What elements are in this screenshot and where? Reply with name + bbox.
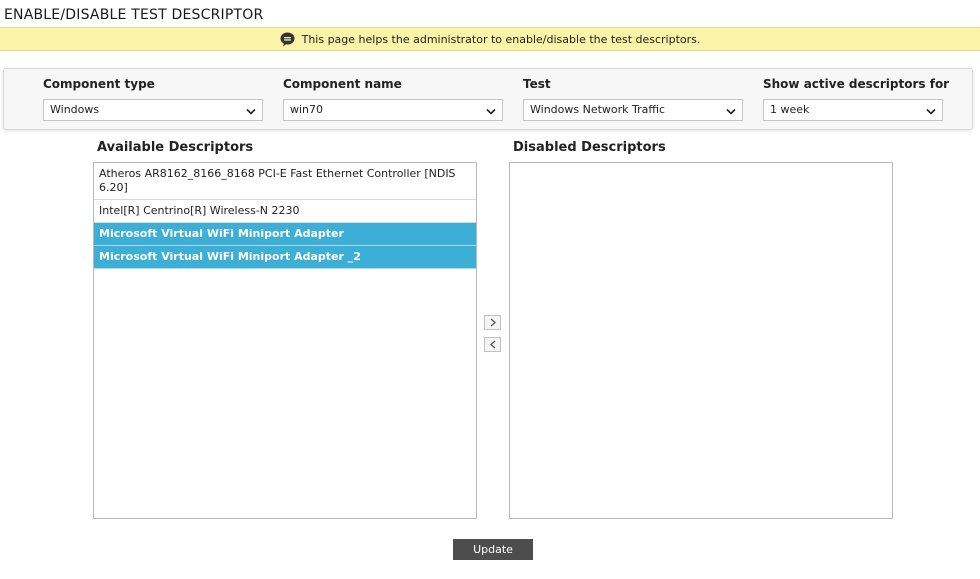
disabled-descriptors-label: Disabled Descriptors — [513, 140, 666, 155]
component-type-filter: Component type Windows — [43, 77, 263, 121]
component-name-value: win70 — [290, 103, 324, 116]
chevron-down-icon — [246, 106, 256, 115]
active-period-select[interactable]: 1 week — [763, 99, 943, 121]
disabled-descriptors-list[interactable] — [509, 162, 893, 519]
active-period-label: Show active descriptors for — [763, 77, 950, 91]
component-name-label: Component name — [283, 77, 402, 91]
chevron-down-icon — [726, 106, 736, 115]
speech-bubble-icon — [280, 32, 295, 47]
test-filter: Test Windows Network Traffic — [523, 77, 743, 121]
available-descriptors-list[interactable]: Atheros AR8162_8166_8168 PCI-E Fast Ethe… — [93, 162, 477, 519]
page-title: ENABLE/DISABLE TEST DESCRIPTOR — [4, 7, 264, 23]
component-type-label: Component type — [43, 77, 155, 91]
chevron-left-icon — [489, 340, 497, 349]
list-item[interactable]: Microsoft Virtual WiFi Miniport Adapter — [94, 223, 476, 246]
update-button[interactable]: Update — [453, 539, 533, 560]
list-item[interactable]: Atheros AR8162_8166_8168 PCI-E Fast Ethe… — [94, 163, 476, 200]
chevron-down-icon — [926, 106, 936, 115]
available-descriptors-label: Available Descriptors — [97, 140, 254, 155]
chevron-down-icon — [486, 106, 496, 115]
test-select[interactable]: Windows Network Traffic — [523, 99, 743, 121]
move-right-button[interactable] — [484, 315, 501, 330]
active-period-value: 1 week — [770, 103, 810, 116]
info-message: This page helps the administrator to ena… — [301, 32, 701, 46]
filter-panel: Component type Windows Component name wi… — [3, 68, 973, 130]
active-period-filter: Show active descriptors for 1 week — [763, 77, 980, 121]
list-item[interactable]: Microsoft Virtual WiFi Miniport Adapter … — [94, 246, 476, 269]
component-type-value: Windows — [50, 103, 100, 116]
component-type-select[interactable]: Windows — [43, 99, 263, 121]
component-name-filter: Component name win70 — [283, 77, 503, 121]
list-item[interactable]: Intel[R] Centrino[R] Wireless-N 2230 — [94, 200, 476, 223]
component-name-select[interactable]: win70 — [283, 99, 503, 121]
move-left-button[interactable] — [484, 337, 501, 352]
test-label: Test — [523, 77, 551, 91]
info-banner: This page helps the administrator to ena… — [0, 27, 980, 51]
chevron-right-icon — [489, 318, 497, 327]
test-value: Windows Network Traffic — [530, 103, 666, 116]
